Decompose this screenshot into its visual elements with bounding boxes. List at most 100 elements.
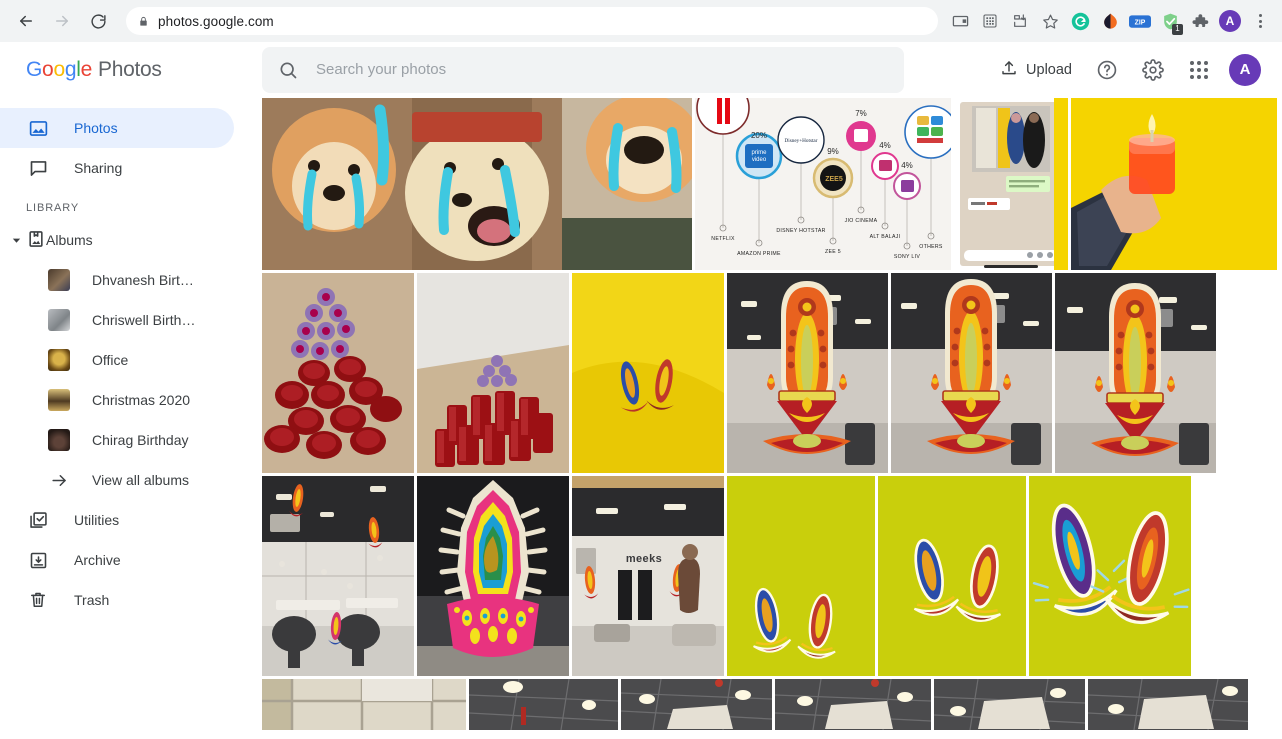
back-button[interactable]: [11, 6, 41, 36]
album-label: Office: [92, 352, 129, 368]
sidebar-item-photos[interactable]: Photos: [0, 108, 234, 148]
photo-large-diya-cutout-3[interactable]: [1055, 273, 1216, 473]
browser-action-icons: ZIP 1 A: [946, 7, 1274, 35]
photo-large-diya-cutout-2[interactable]: [891, 273, 1052, 473]
list-item[interactable]: Chriswell Birth…: [0, 300, 262, 340]
three-dot-menu-icon: [1258, 14, 1262, 28]
list-item[interactable]: Christmas 2020: [0, 380, 262, 420]
archive-icon: [26, 550, 50, 571]
svg-text:Disney+Hotstar: Disney+Hotstar: [785, 138, 818, 144]
honey-extension-icon[interactable]: [1096, 7, 1124, 35]
photo-thumbnail: meeks: [572, 476, 724, 676]
album-label: Chriswell Birth…: [92, 312, 196, 328]
chrome-profile-avatar[interactable]: A: [1216, 7, 1244, 35]
reload-button[interactable]: [83, 6, 113, 36]
album-label: Dhvanesh Birt…: [92, 272, 194, 288]
photo-row: [262, 679, 1282, 730]
photo-thumbnail: [262, 98, 692, 270]
photo-thumbnail: [572, 273, 724, 473]
view-all-albums-label: View all albums: [92, 472, 190, 488]
photo-ceiling-ac-unit-2[interactable]: [775, 679, 931, 730]
sidebar-item-utilities[interactable]: Utilities: [0, 500, 234, 540]
photo-ceiling-ac-unit-1[interactable]: [621, 679, 772, 730]
sidebar-item-trash[interactable]: Trash: [0, 580, 234, 620]
view-all-albums-button[interactable]: View all albums: [0, 460, 262, 500]
photo-grid: prime video Disney+Hotstar ZEE5 20% 9% 7…: [262, 98, 1282, 739]
forward-button[interactable]: [47, 6, 77, 36]
svg-text:NETFLIX: NETFLIX: [711, 236, 735, 242]
sidebar: Photos Sharing LIBRARY Albums Dhvanesh B…: [0, 98, 262, 739]
svg-text:9%: 9%: [827, 147, 839, 156]
photo-row: [262, 273, 1282, 473]
photo-rose-cups-on-wood-table[interactable]: [262, 273, 414, 473]
photo-hand-holding-red-candle[interactable]: [1071, 98, 1277, 270]
adblock-extension-icon[interactable]: 1: [1156, 7, 1184, 35]
upload-button[interactable]: Upload: [992, 53, 1080, 87]
caret-down-icon[interactable]: [6, 235, 26, 246]
svg-text:JIO CINEMA: JIO CINEMA: [845, 218, 878, 224]
bookmark-star-icon[interactable]: [1036, 7, 1064, 35]
svg-text:AMAZON PRIME: AMAZON PRIME: [737, 251, 781, 257]
photo-office-interior-decor[interactable]: [262, 476, 414, 676]
photo-crying-shiba-meme[interactable]: [262, 98, 692, 270]
account-avatar-button[interactable]: A: [1226, 51, 1264, 89]
extensions-puzzle-icon[interactable]: [1186, 7, 1214, 35]
album-thumbnail: [48, 389, 70, 411]
album-thumbnail: [48, 269, 70, 291]
list-item[interactable]: Office: [0, 340, 262, 380]
address-bar[interactable]: photos.google.com: [126, 7, 938, 35]
photo-thumbnail: [262, 273, 414, 473]
photo-thumbnail: [469, 679, 618, 730]
photo-thumbnail: prime video Disney+Hotstar ZEE5 20% 9% 7…: [695, 98, 951, 270]
sidebar-item-label: Utilities: [74, 512, 120, 528]
svg-text:OTHERS: OTHERS: [919, 244, 943, 250]
upload-icon: [1000, 59, 1018, 81]
photo-two-diyas-olive-wall-1[interactable]: [727, 476, 875, 676]
photo-ceiling-lights-1[interactable]: [469, 679, 618, 730]
photo-thumbnail: [1088, 679, 1278, 730]
photo-ceiling-panels[interactable]: [262, 679, 466, 730]
album-thumbnail: [48, 309, 70, 331]
sidebar-item-archive[interactable]: Archive: [0, 540, 234, 580]
photo-ott-market-share-infographic[interactable]: prime video Disney+Hotstar ZEE5 20% 9% 7…: [695, 98, 951, 270]
chrome-menu-button[interactable]: [1246, 7, 1274, 35]
google-photos-logo[interactable]: Google Photos: [0, 58, 262, 82]
install-app-icon[interactable]: [1006, 7, 1034, 35]
settings-button[interactable]: [1134, 51, 1172, 89]
sidebar-item-label: Photos: [74, 120, 118, 136]
sidebar-item-label: Albums: [46, 232, 93, 248]
logo-product-name: Photos: [97, 57, 162, 81]
photo-office-entrance[interactable]: meeks: [572, 476, 724, 676]
photo-diya-stickers-yellow-wall[interactable]: [572, 273, 724, 473]
photo-whatsapp-chat-screenshot[interactable]: [954, 98, 1068, 270]
sidebar-item-sharing[interactable]: Sharing: [0, 148, 234, 188]
qr-code-icon[interactable]: [976, 7, 1004, 35]
photo-row: prime video Disney+Hotstar ZEE5 20% 9% 7…: [262, 98, 1282, 270]
page-body: Photos Sharing LIBRARY Albums Dhvanesh B…: [0, 98, 1282, 739]
photo-colorful-diya-standee[interactable]: [417, 476, 569, 676]
zip-extension-icon[interactable]: ZIP: [1126, 7, 1154, 35]
grammarly-extension-icon[interactable]: [1066, 7, 1094, 35]
photo-thumbnail: [934, 679, 1085, 730]
search-input[interactable]: [316, 61, 888, 78]
svg-text:DISNEY HOTSTAR: DISNEY HOTSTAR: [776, 228, 825, 234]
url-text: photos.google.com: [158, 13, 274, 29]
photo-large-diya-cutout-1[interactable]: [727, 273, 888, 473]
photo-red-drink-glasses[interactable]: [417, 273, 569, 473]
search-bar[interactable]: [262, 46, 904, 93]
cast-icon[interactable]: [946, 7, 974, 35]
photo-ceiling-ac-unit-3[interactable]: [934, 679, 1085, 730]
photo-two-diyas-olive-wall-3[interactable]: [1029, 476, 1191, 676]
chat-bubble-icon: [26, 158, 50, 179]
google-apps-button[interactable]: [1180, 51, 1218, 89]
help-button[interactable]: [1088, 51, 1126, 89]
list-item[interactable]: Chirag Birthday: [0, 420, 262, 460]
photo-ceiling-ac-unit-4[interactable]: [1088, 679, 1278, 730]
list-item[interactable]: Dhvanesh Birt…: [0, 260, 262, 300]
avatar-initial: A: [1219, 10, 1241, 32]
utilities-icon: [26, 510, 50, 531]
sidebar-item-label: Trash: [74, 592, 110, 608]
photo-two-diyas-olive-wall-2[interactable]: [878, 476, 1026, 676]
sidebar-item-albums[interactable]: Albums: [0, 220, 262, 260]
svg-text:20%: 20%: [751, 131, 767, 140]
